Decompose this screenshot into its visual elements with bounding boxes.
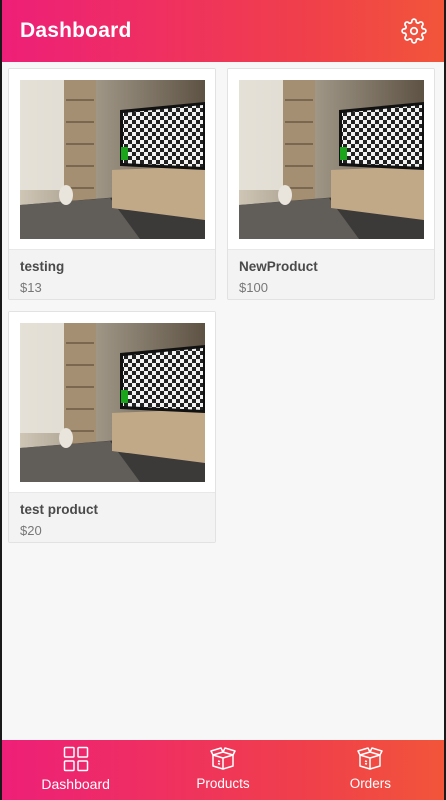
product-card[interactable]: testing $13 <box>8 68 216 300</box>
product-price: $100 <box>239 280 268 295</box>
bottom-tab-bar: Dashboard Products Orders <box>2 740 444 800</box>
tab-dashboard[interactable]: Dashboard <box>2 740 149 800</box>
product-image <box>239 80 424 239</box>
tab-label: Products <box>196 776 250 791</box>
product-name: testing <box>20 259 65 274</box>
box-icon <box>210 746 236 772</box>
app-frame: Dashboard testing $13 NewProduct $100 te… <box>2 0 444 800</box>
product-image <box>20 323 205 482</box>
product-name: NewProduct <box>239 259 318 274</box>
app-header: Dashboard <box>2 0 444 62</box>
tab-orders[interactable]: Orders <box>297 740 444 800</box>
product-card[interactable]: NewProduct $100 <box>227 68 435 300</box>
product-card[interactable]: test product $20 <box>8 311 216 543</box>
product-price: $13 <box>20 280 42 295</box>
box-icon <box>357 746 384 772</box>
tab-label: Orders <box>349 776 391 791</box>
product-image <box>20 80 205 239</box>
gear-icon[interactable] <box>400 17 428 45</box>
page-title: Dashboard <box>20 19 132 42</box>
product-name: test product <box>20 502 99 517</box>
tab-products[interactable]: Products <box>149 740 296 800</box>
grid-icon <box>63 746 89 772</box>
tab-label: Dashboard <box>41 776 110 792</box>
product-price: $20 <box>20 523 42 538</box>
